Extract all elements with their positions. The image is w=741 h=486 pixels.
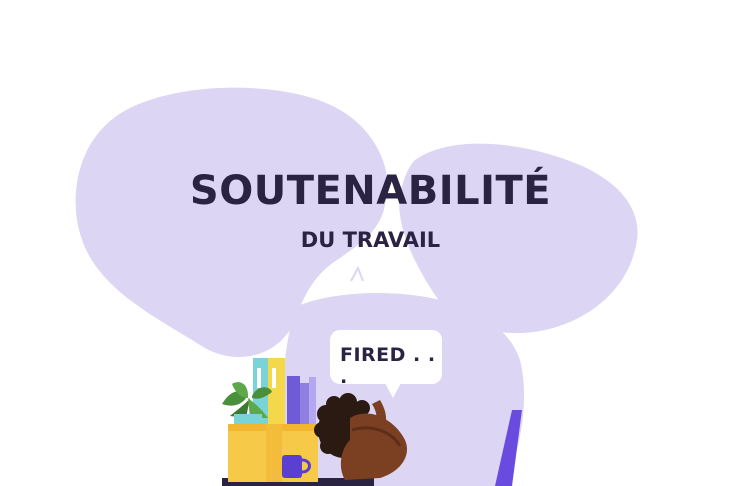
page-subtitle: DU TRAVAIL xyxy=(300,228,441,252)
speech-bubble-text: FIRED . . . xyxy=(340,344,436,388)
page-title: SOUTENABILITÉ xyxy=(189,168,552,214)
box-icon xyxy=(228,424,318,482)
illustration: SOUTENABILITÉ DU TRAVAIL FIRED . . . xyxy=(0,0,741,486)
decorative-arc-icon xyxy=(343,260,371,288)
